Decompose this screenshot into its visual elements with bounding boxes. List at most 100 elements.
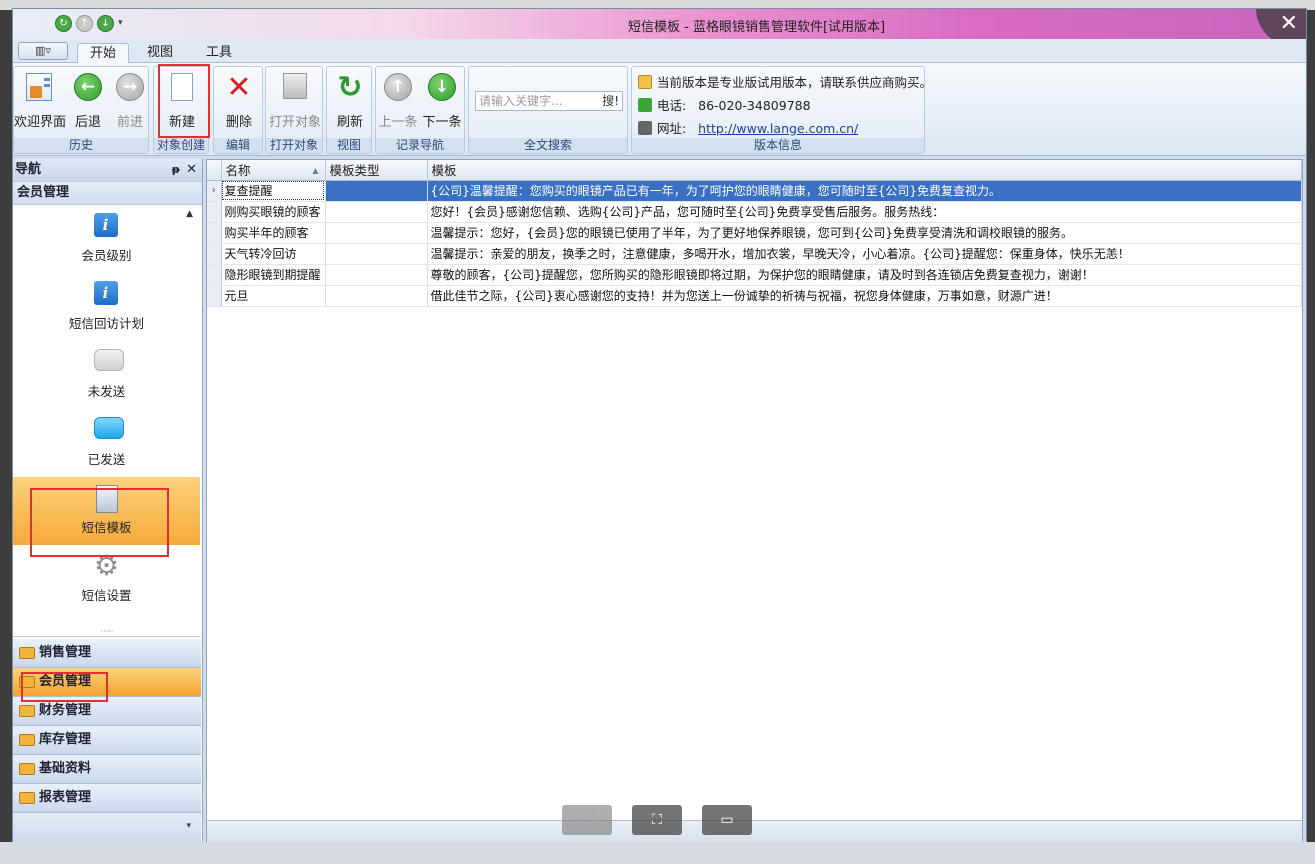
row-indicator: [207, 222, 222, 244]
delete-label: 删除: [225, 115, 252, 130]
ribbon: 欢迎界面 ← 后退 → 前进 历史 新建 对象创建 ✕ 删除 编辑 打开对象 打…: [13, 63, 1306, 156]
actual-size-button[interactable]: 1:1: [562, 805, 612, 835]
nav-group-reports[interactable]: 报表管理: [13, 784, 201, 813]
phone-row: 电话: 86-020-34809788: [638, 95, 811, 114]
column-header-template[interactable]: 模板: [427, 160, 1302, 181]
refresh-icon[interactable]: ↻: [55, 15, 72, 32]
nav-header-title: 导航: [15, 162, 42, 177]
customize-dropdown-icon[interactable]: ▾: [118, 15, 130, 32]
home-icon: [638, 121, 652, 135]
column-header-name[interactable]: 名称 ▲: [221, 160, 326, 181]
cell-name[interactable]: 刚购买眼镜的顾客: [221, 201, 326, 223]
nav-item-sent[interactable]: 已发送: [13, 409, 200, 477]
cell-name[interactable]: 购买半年的顾客: [221, 222, 326, 244]
website-label: 网址:: [657, 121, 687, 136]
open-object-button[interactable]: 打开对象: [269, 71, 321, 133]
column-header-label: 模板: [431, 163, 457, 179]
folder-icon: [19, 734, 35, 746]
folder-icon: [19, 647, 35, 659]
up-icon[interactable]: ↑: [76, 15, 93, 32]
phone-number: 86-020-34809788: [698, 98, 811, 113]
nav-item-label: 已发送: [87, 452, 126, 467]
up-arrow-icon: ↑: [383, 73, 413, 103]
template-grid: 名称 ▲ 模板类型 模板 › 复查提醒 {公司}温馨提醒：您购买的眼镜产品已有一年…: [206, 159, 1303, 845]
group-record-nav-label: 记录导航: [376, 138, 464, 153]
cell-name[interactable]: 元旦: [221, 285, 326, 307]
nav-item-label: 未发送: [87, 384, 126, 399]
welcome-button[interactable]: 欢迎界面: [14, 71, 66, 133]
fit-screen-icon[interactable]: ⛶: [632, 805, 682, 835]
down-icon[interactable]: ↓: [97, 15, 114, 32]
forward-button[interactable]: → 前进: [104, 71, 156, 133]
nav-section-title: 会员管理: [13, 181, 202, 205]
nav-item-sms-visit-plan[interactable]: i 短信回访计划: [13, 273, 200, 341]
down-arrow-icon: ↓: [427, 73, 457, 103]
nav-group-basic-data[interactable]: 基础资料: [13, 755, 201, 784]
nav-item-member-level[interactable]: i 会员级别: [13, 205, 200, 273]
cell-type[interactable]: [325, 201, 428, 223]
app-menu-button[interactable]: ▥▿: [18, 42, 68, 60]
table-header-row: 名称 ▲ 模板类型 模板: [207, 160, 1302, 181]
sort-asc-icon: ▲: [312, 166, 319, 175]
website-link[interactable]: http://www.lange.com.cn/: [698, 121, 858, 136]
folder-icon: [19, 705, 35, 717]
prev-record-button[interactable]: ↑ 上一条: [374, 71, 422, 133]
pin-icon[interactable]: ᵽ: [172, 159, 180, 181]
delete-button[interactable]: ✕ 删除: [213, 71, 265, 133]
group-version: 当前版本是专业版试用版本，请联系供应商购买。 电话: 86-020-348097…: [631, 66, 932, 154]
highlight-sms-template: [30, 488, 169, 557]
close-icon[interactable]: ✕: [1280, 13, 1298, 35]
blue-bubble-icon: [93, 417, 124, 443]
nav-item-unsent[interactable]: 未发送: [13, 341, 200, 409]
search-button[interactable]: 搜!: [602, 92, 619, 110]
cell-type[interactable]: [325, 264, 428, 286]
cell-template[interactable]: 温馨提示：您好，{会员}您的眼镜已使用了半年，为了更好地保养眼镜，您可到{公司}…: [427, 222, 1302, 244]
group-history-label: 历史: [14, 138, 148, 153]
table-row[interactable]: 元旦 借此佳节之际，{公司}衷心感谢您的支持！并为您送上一份诚挚的祈祷与祝福，祝…: [207, 285, 1302, 307]
refresh-label: 刷新: [336, 115, 363, 130]
column-header-type[interactable]: 模板类型: [325, 160, 428, 181]
table-row[interactable]: 隐形眼镜到期提醒 尊敬的顾客，{公司}提醒您，您所购买的隐形眼镜即将过期，为保护…: [207, 264, 1302, 286]
cell-type[interactable]: [325, 222, 428, 244]
refresh-button[interactable]: ↻ 刷新: [324, 71, 376, 133]
version-notice-text: 当前版本是专业版试用版本，请联系供应商购买。: [657, 75, 933, 90]
phone-label: 电话:: [657, 98, 687, 113]
table-row[interactable]: › 复查提醒 {公司}温馨提醒：您购买的眼镜产品已有一年，为了呵护您的眼睛健康，…: [207, 180, 1302, 202]
nav-group-sales[interactable]: 销售管理: [13, 639, 201, 668]
nav-close-icon[interactable]: ✕: [186, 159, 197, 181]
tab-view[interactable]: 视图: [135, 43, 185, 64]
slideshow-icon[interactable]: ▭: [702, 805, 752, 835]
cell-template[interactable]: {公司}温馨提醒：您购买的眼镜产品已有一年，为了呵护您的眼睛健康，您可随时至{公…: [427, 180, 1302, 202]
cell-template[interactable]: 温馨提示：亲爱的朋友，换季之时，注意健康，多喝开水，增加衣裳，早晚天冷，小心着凉…: [427, 243, 1302, 265]
column-header-label: 模板类型: [329, 163, 380, 179]
tab-tools[interactable]: 工具: [194, 43, 244, 64]
title-bar: ↻ ↑ ↓ ▾ 短信模板 - 蓝格眼镜销售管理软件[试用版本] ✕: [13, 9, 1306, 47]
cell-template[interactable]: 尊敬的顾客，{公司}提醒您，您所购买的隐形眼镜即将过期，为保护您的眼睛健康，请及…: [427, 264, 1302, 286]
tab-home[interactable]: 开始: [77, 43, 130, 64]
cell-type[interactable]: [325, 180, 428, 202]
table-row[interactable]: 刚购买眼镜的顾客 您好！{会员}感谢您信赖、选购{公司}产品，您可随时至{公司}…: [207, 201, 1302, 223]
cell-name[interactable]: 复查提醒: [221, 180, 326, 202]
search-input[interactable]: 请输入关键字... 搜!: [475, 91, 623, 111]
cell-name[interactable]: 天气转冷回访: [221, 243, 326, 265]
next-record-button[interactable]: ↓ 下一条: [418, 71, 466, 133]
cell-type[interactable]: [325, 243, 428, 265]
row-indicator: [207, 243, 222, 265]
cell-name[interactable]: 隐形眼镜到期提醒: [221, 264, 326, 286]
group-edit-label: 编辑: [214, 138, 262, 153]
cell-template[interactable]: 借此佳节之际，{公司}衷心感谢您的支持！并为您送上一份诚挚的祈祷与祝福，祝您身体…: [427, 285, 1302, 307]
cell-type[interactable]: [325, 285, 428, 307]
splitter-grip[interactable]: ·····: [13, 628, 201, 637]
table-row[interactable]: 天气转冷回访 温馨提示：亲爱的朋友，换季之时，注意健康，多喝开水，增加衣裳，早晚…: [207, 243, 1302, 265]
row-indicator-icon: ›: [207, 180, 222, 202]
info-icon: i: [93, 213, 120, 239]
ribbon-tabs: ▥▿ 开始 视图 工具: [13, 39, 1306, 64]
nav-header: 导航 ᵽ ✕: [13, 159, 202, 181]
group-history: 欢迎界面 ← 后退 → 前进 历史: [13, 66, 149, 154]
table-row[interactable]: 购买半年的顾客 温馨提示：您好，{会员}您的眼镜已使用了半年，为了更好地保养眼镜…: [207, 222, 1302, 244]
chevron-down-icon[interactable]: ▾: [186, 821, 191, 831]
nav-group-inventory[interactable]: 库存管理: [13, 726, 201, 755]
forward-arrow-icon: →: [115, 73, 145, 103]
group-open-label: 打开对象: [266, 138, 322, 153]
cell-template[interactable]: 您好！{会员}感谢您信赖、选购{公司}产品，您可随时至{公司}免费享受售后服务。…: [427, 201, 1302, 223]
